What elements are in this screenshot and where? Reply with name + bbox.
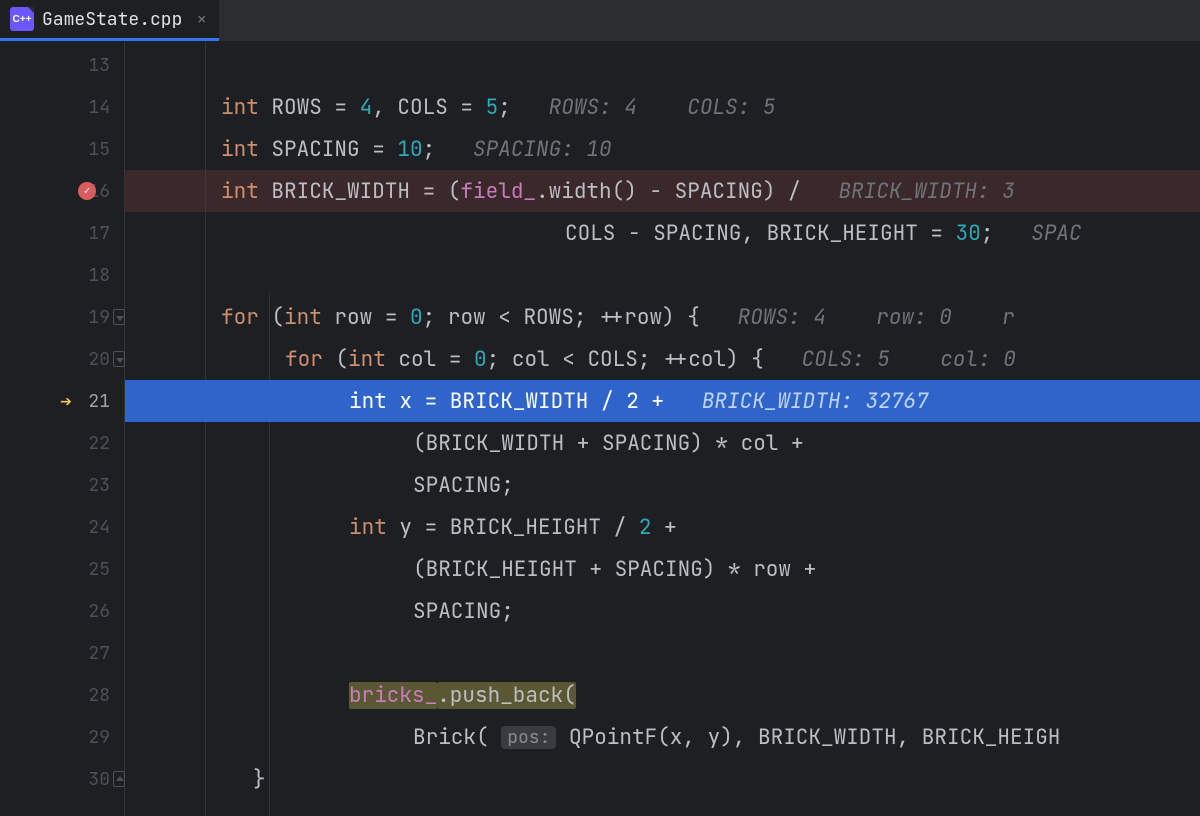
file-tab[interactable]: C++ GameState.cpp ×	[0, 0, 219, 41]
line-number[interactable]: ➔21	[0, 380, 124, 422]
line-number[interactable]: 24	[0, 506, 124, 548]
code-line[interactable]: (BRICK_WIDTH + SPACING) * col +	[125, 422, 1200, 464]
inline-hint: BRICK_WIDTH: 32767	[702, 388, 929, 415]
code-line[interactable]: int BRICK_WIDTH = (field_.width() - SPAC…	[125, 170, 1200, 212]
line-number[interactable]: 27	[0, 632, 124, 674]
line-number[interactable]: 25	[0, 548, 124, 590]
close-icon[interactable]: ×	[196, 8, 207, 31]
line-number[interactable]: 28	[0, 674, 124, 716]
code-line[interactable]: int x = BRICK_WIDTH / 2 + BRICK_WIDTH: 3…	[125, 380, 1200, 422]
line-number[interactable]: 15	[0, 128, 124, 170]
line-number[interactable]: 14	[0, 86, 124, 128]
code-line[interactable]: int SPACING = 10; SPACING: 10	[125, 128, 1200, 170]
editor: 13 14 15 16 17 18 19 20 ➔21 22 23 24 25 …	[0, 42, 1200, 816]
inline-hint: ROWS: 4 COLS: 5	[549, 94, 776, 121]
code-line[interactable]: int ROWS = 4, COLS = 5; ROWS: 4 COLS: 5	[125, 86, 1200, 128]
tab-bar: C++ GameState.cpp ×	[0, 0, 1200, 42]
line-number[interactable]: 20	[0, 338, 124, 380]
line-number[interactable]: 29	[0, 716, 124, 758]
code-line[interactable]: for (int col = 0; col < COLS; ++col) { C…	[125, 338, 1200, 380]
code-line[interactable]: (BRICK_HEIGHT + SPACING) * row +	[125, 548, 1200, 590]
code-line[interactable]: for (int row = 0; row < ROWS; ++row) { R…	[125, 296, 1200, 338]
code-line[interactable]: }	[125, 758, 1200, 800]
inline-hint: ROWS: 4 row: 0 r	[738, 304, 1015, 331]
line-number[interactable]: 23	[0, 464, 124, 506]
line-number[interactable]: 17	[0, 212, 124, 254]
fold-toggle-icon[interactable]	[113, 309, 125, 325]
inline-hint: SPAC	[1031, 220, 1081, 247]
inline-hint: COLS: 5 col: 0	[802, 346, 1016, 373]
inline-hint: BRICK_WIDTH: 3	[838, 178, 1014, 205]
line-number[interactable]: 16	[0, 170, 124, 212]
line-number[interactable]: 26	[0, 590, 124, 632]
fold-toggle-icon[interactable]	[113, 351, 125, 367]
code-line[interactable]: bricks_.push_back(	[125, 674, 1200, 716]
code-line[interactable]: Brick( pos: QPointF(x, y), BRICK_WIDTH, …	[125, 716, 1200, 758]
code-area[interactable]: int ROWS = 4, COLS = 5; ROWS: 4 COLS: 5 …	[125, 42, 1200, 816]
line-number[interactable]: 19	[0, 296, 124, 338]
line-number[interactable]: 22	[0, 422, 124, 464]
code-line[interactable]	[125, 254, 1200, 296]
code-line[interactable]: SPACING;	[125, 590, 1200, 632]
line-number[interactable]: 13	[0, 44, 124, 86]
cpp-file-icon: C++	[10, 7, 34, 31]
execution-pointer-icon: ➔	[60, 388, 72, 414]
fold-toggle-icon[interactable]	[113, 771, 125, 787]
line-number[interactable]: 30	[0, 758, 124, 800]
breakpoint-icon[interactable]	[78, 182, 96, 200]
inline-hint: SPACING: 10	[473, 136, 612, 163]
code-line[interactable]: SPACING;	[125, 464, 1200, 506]
gutter: 13 14 15 16 17 18 19 20 ➔21 22 23 24 25 …	[0, 42, 125, 816]
code-line[interactable]: COLS - SPACING, BRICK_HEIGHT = 30; SPAC	[125, 212, 1200, 254]
tab-filename: GameState.cpp	[42, 8, 182, 31]
code-line[interactable]	[125, 632, 1200, 674]
code-line[interactable]	[125, 44, 1200, 86]
code-line[interactable]: int y = BRICK_HEIGHT / 2 +	[125, 506, 1200, 548]
line-number[interactable]: 18	[0, 254, 124, 296]
parameter-hint: pos:	[501, 726, 556, 749]
